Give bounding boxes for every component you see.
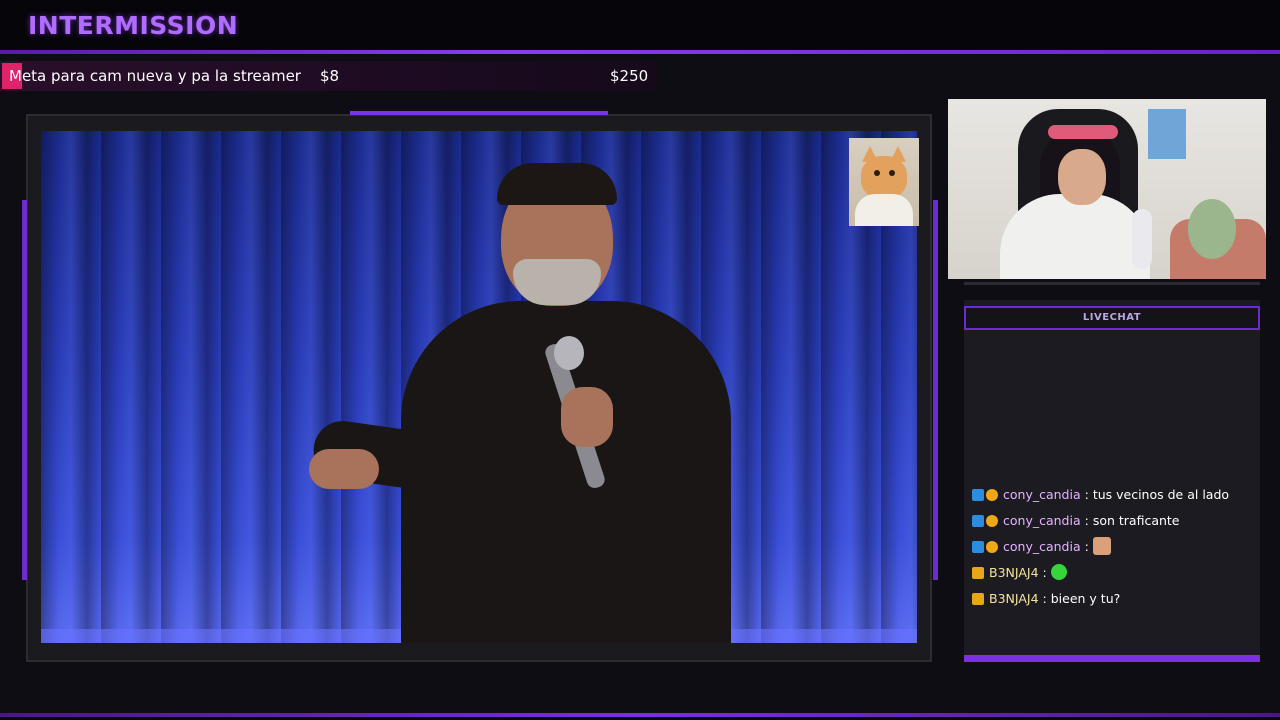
streamer-microphone-icon bbox=[1132, 209, 1152, 269]
chat-username[interactable]: cony_candia bbox=[1003, 513, 1081, 528]
comedian-beard bbox=[513, 259, 601, 305]
wall-poster bbox=[1148, 109, 1186, 159]
prime-icon bbox=[972, 515, 984, 527]
crown-icon bbox=[972, 567, 984, 579]
chat-message: cony_candia : son traficante bbox=[972, 511, 1180, 531]
chat-username[interactable]: cony_candia bbox=[1003, 487, 1081, 502]
bits-icon bbox=[986, 489, 998, 501]
cat-face bbox=[861, 156, 907, 198]
crown-icon bbox=[972, 593, 984, 605]
comedian-hair bbox=[497, 163, 617, 205]
chat-separator: : bbox=[1042, 591, 1047, 606]
prime-icon bbox=[972, 489, 984, 501]
chat-username[interactable]: B3NJAJ4 bbox=[989, 565, 1039, 580]
chat-username[interactable]: cony_candia bbox=[1003, 539, 1081, 554]
chat-separator: : bbox=[1084, 539, 1089, 554]
chat-separator: : bbox=[1084, 487, 1089, 502]
chat-message: B3NJAJ4 : bieen y tu? bbox=[972, 589, 1120, 609]
chat-separator: : bbox=[1084, 513, 1089, 528]
chat-text: tus vecinos de al lado bbox=[1092, 487, 1230, 502]
cat-eye bbox=[874, 170, 880, 176]
goal-target-amount: $250 bbox=[610, 67, 649, 85]
frame-right-accent bbox=[933, 200, 938, 580]
chat-text: son traficante bbox=[1092, 513, 1180, 528]
comedian-hand-right bbox=[561, 387, 613, 447]
chat-username[interactable]: B3NJAJ4 bbox=[989, 591, 1039, 606]
streamer-webcam bbox=[948, 99, 1266, 279]
chat-separator: : bbox=[1042, 565, 1047, 580]
scene-title: INTERMISSION bbox=[28, 11, 239, 40]
streamer-headband bbox=[1048, 125, 1118, 139]
webcam-underline bbox=[964, 282, 1260, 285]
frame-left-accent bbox=[22, 200, 27, 580]
bottom-accent-line bbox=[0, 713, 1280, 717]
microphone-head bbox=[554, 336, 584, 370]
chat-message: B3NJAJ4 : bbox=[972, 563, 1067, 583]
goal-bar: Meta para cam nueva y pa la streamer $8 … bbox=[0, 61, 658, 91]
goal-label: Meta para cam nueva y pa la streamer bbox=[9, 67, 301, 85]
chat-bottom-accent bbox=[964, 655, 1260, 662]
chat-message: cony_candia : tus vecinos de al lado bbox=[972, 485, 1229, 505]
main-video bbox=[41, 131, 917, 643]
streamer-face bbox=[1058, 149, 1106, 205]
comedian-hand-left bbox=[309, 449, 379, 489]
cat-body bbox=[855, 194, 913, 226]
goal-current-amount: $8 bbox=[320, 67, 340, 85]
prime-icon bbox=[972, 541, 984, 553]
bits-icon bbox=[986, 515, 998, 527]
green-blob-emote bbox=[1050, 564, 1067, 580]
face-emote bbox=[1092, 537, 1111, 555]
cat-eye bbox=[889, 170, 895, 176]
cat-overlay-image bbox=[849, 138, 919, 226]
frame-top-accent bbox=[350, 111, 608, 115]
chat-message: cony_candia : bbox=[972, 537, 1111, 557]
plush-toy bbox=[1188, 199, 1236, 259]
streamer-body bbox=[1000, 194, 1150, 279]
chat-header: LIVECHAT bbox=[964, 306, 1260, 330]
bits-icon bbox=[986, 541, 998, 553]
chat-text: bieen y tu? bbox=[1050, 591, 1121, 606]
